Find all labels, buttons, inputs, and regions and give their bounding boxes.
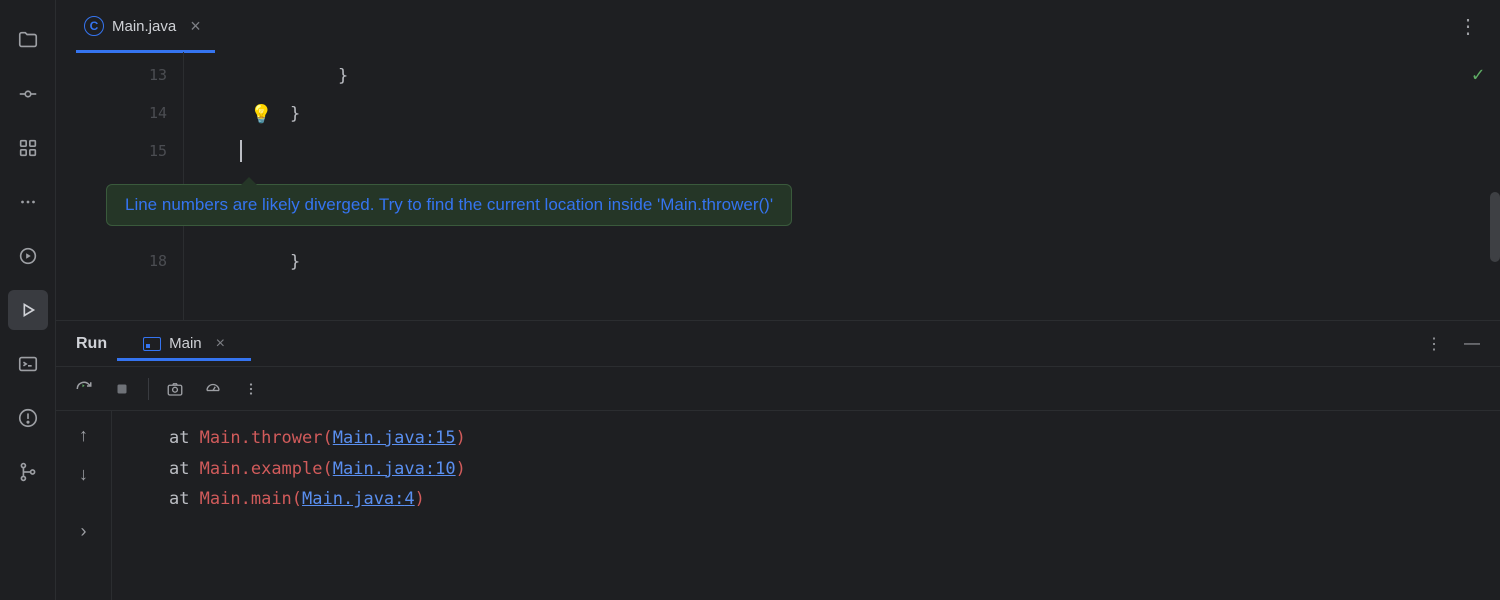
line-number[interactable]: 15 [149,142,167,160]
expand-icon[interactable]: › [81,521,87,542]
code-line: } [290,252,300,272]
run-toolbar [56,367,1500,411]
toolbar-more-icon[interactable] [239,377,263,401]
editor-tab-main-java[interactable]: C Main.java × [76,0,215,52]
main-area: C Main.java × ⋮ ✓ 13 14 15 18 💡 } } } Li… [56,0,1500,600]
dashboard-icon[interactable] [201,377,225,401]
camera-icon[interactable] [163,377,187,401]
source-link[interactable]: Main.java:4 [302,489,415,509]
console-output[interactable]: at Main.thrower(Main.java:15) at Main.ex… [112,411,1500,600]
activity-bar [0,0,56,600]
code-line: } [338,66,348,86]
stop-button[interactable] [110,377,134,401]
editor-scrollbar[interactable] [1488,52,1500,320]
run-tool-icon[interactable] [8,290,48,330]
services-icon[interactable] [8,236,48,276]
close-icon[interactable]: × [210,335,225,353]
run-panel-title: Run [76,335,107,353]
inspection-ok-icon[interactable]: ✓ [1472,62,1484,86]
class-icon: C [84,16,104,36]
editor-tab-label: Main.java [112,18,176,35]
line-divergence-tooltip: Line numbers are likely diverged. Try to… [106,184,792,226]
run-more-menu-icon[interactable]: ⋮ [1426,334,1442,354]
toolbar-separator [148,378,149,400]
editor-tabs-bar: C Main.java × ⋮ [56,0,1500,52]
problems-icon[interactable] [8,398,48,438]
run-panel-header: Run Main × ⋮ — [56,321,1500,367]
scrollbar-thumb[interactable] [1490,192,1500,262]
code-line: } [290,104,300,124]
source-link[interactable]: Main.java:10 [333,459,456,479]
run-body: ↑ ↓ › at Main.thrower(Main.java:15) at M… [56,411,1500,600]
run-tab-label: Main [169,335,202,352]
lightbulb-icon[interactable]: 💡 [250,104,272,125]
close-icon[interactable]: × [184,16,207,37]
up-arrow-icon[interactable]: ↑ [79,425,88,446]
run-tab-main[interactable]: Main × [137,321,231,367]
stack-trace-line: at Main.example(Main.java:10) [128,454,1500,485]
minimize-icon[interactable]: — [1464,335,1480,353]
text-caret [240,140,242,162]
down-arrow-icon[interactable]: ↓ [79,464,88,485]
console-nav-gutter: ↑ ↓ › [56,411,112,600]
terminal-icon[interactable] [8,344,48,384]
application-icon [143,337,161,351]
editor-more-menu-icon[interactable]: ⋮ [1458,14,1478,39]
rerun-button[interactable] [72,377,96,401]
stack-trace-line: at Main.thrower(Main.java:15) [128,423,1500,454]
source-link[interactable]: Main.java:15 [333,428,456,448]
code-editor[interactable]: ✓ 13 14 15 18 💡 } } } Line numbers are l… [56,52,1500,320]
commits-icon[interactable] [8,74,48,114]
stack-trace-line: at Main.main(Main.java:4) [128,484,1500,515]
line-number[interactable]: 13 [149,66,167,84]
line-number[interactable]: 14 [149,104,167,122]
structure-icon[interactable] [8,128,48,168]
vcs-icon[interactable] [8,452,48,492]
run-panel-actions: ⋮ — [1426,334,1480,354]
line-number[interactable]: 18 [149,252,167,270]
run-panel: Run Main × ⋮ — [56,320,1500,600]
more-tools-icon[interactable] [8,182,48,222]
project-view-icon[interactable] [8,20,48,60]
